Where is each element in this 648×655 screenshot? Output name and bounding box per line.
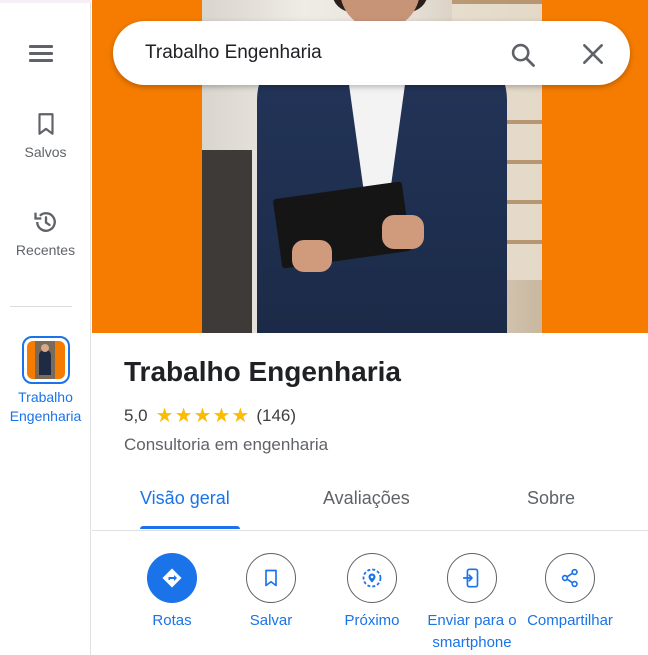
rail-recent-label: Recentes xyxy=(15,242,76,258)
history-icon xyxy=(33,212,56,232)
star-icon: ★ xyxy=(193,405,212,427)
send-to-phone-label: Enviar para o smartphone xyxy=(427,612,517,651)
directions-button[interactable]: Rotas xyxy=(122,553,222,632)
bookmark-icon xyxy=(265,569,277,587)
send-to-phone-icon xyxy=(462,568,479,588)
search-icon[interactable] xyxy=(509,41,537,69)
share-icon xyxy=(561,568,578,588)
hamburger-menu-icon[interactable] xyxy=(27,40,55,66)
nearby-icon xyxy=(362,568,382,588)
place-rating: 5,0 ★ ★ ★ ★ ★ (146) xyxy=(124,406,296,426)
rail-saved-label: Salvos xyxy=(24,144,67,160)
directions-label: Rotas xyxy=(152,612,192,629)
search-box xyxy=(113,21,630,85)
nearby-label: Próximo xyxy=(344,612,400,629)
tab-about[interactable]: Sobre xyxy=(527,488,575,509)
save-label: Salvar xyxy=(249,612,293,629)
tab-reviews[interactable]: Avaliações xyxy=(323,488,410,509)
save-button[interactable]: Salvar xyxy=(221,553,321,632)
tab-overview[interactable]: Visão geral xyxy=(140,488,230,509)
place-category[interactable]: Consultoria em engenharia xyxy=(124,435,328,455)
review-count-link[interactable]: (146) xyxy=(256,406,296,426)
rail-divider xyxy=(10,306,72,307)
place-thumbnail xyxy=(21,336,70,384)
close-icon[interactable] xyxy=(580,41,606,67)
star-icon: ★ xyxy=(231,405,250,427)
action-bar: Rotas Salvar Próximo Enviar para o smart… xyxy=(92,532,648,655)
rating-value: 5,0 xyxy=(124,406,148,425)
share-label: Compartilhar xyxy=(527,612,613,629)
rail-recent-button[interactable]: Recentes xyxy=(0,208,91,258)
search-input[interactable] xyxy=(145,35,485,71)
share-button[interactable]: Compartilhar xyxy=(520,553,620,632)
star-icon: ★ xyxy=(212,405,231,427)
star-icon: ★ xyxy=(174,405,193,427)
star-icon: ★ xyxy=(155,405,174,427)
side-rail: Salvos Recentes Trabalho Engenharia xyxy=(0,0,91,655)
nearby-button[interactable]: Próximo xyxy=(322,553,422,632)
rail-saved-button[interactable]: Salvos xyxy=(0,110,91,160)
rating-stars: ★ ★ ★ ★ ★ xyxy=(156,406,251,426)
rail-place-item[interactable]: Trabalho Engenharia xyxy=(0,336,91,426)
place-title: Trabalho Engenharia xyxy=(124,356,401,387)
directions-icon xyxy=(162,568,182,588)
rail-place-label: Trabalho Engenharia xyxy=(9,389,82,424)
send-to-phone-button[interactable]: Enviar para o smartphone xyxy=(418,553,526,654)
active-tab-indicator xyxy=(140,526,240,529)
place-tabs: Visão geral Avaliações Sobre xyxy=(92,470,648,531)
bookmark-icon xyxy=(37,113,54,135)
rail-top-strip xyxy=(0,0,91,3)
